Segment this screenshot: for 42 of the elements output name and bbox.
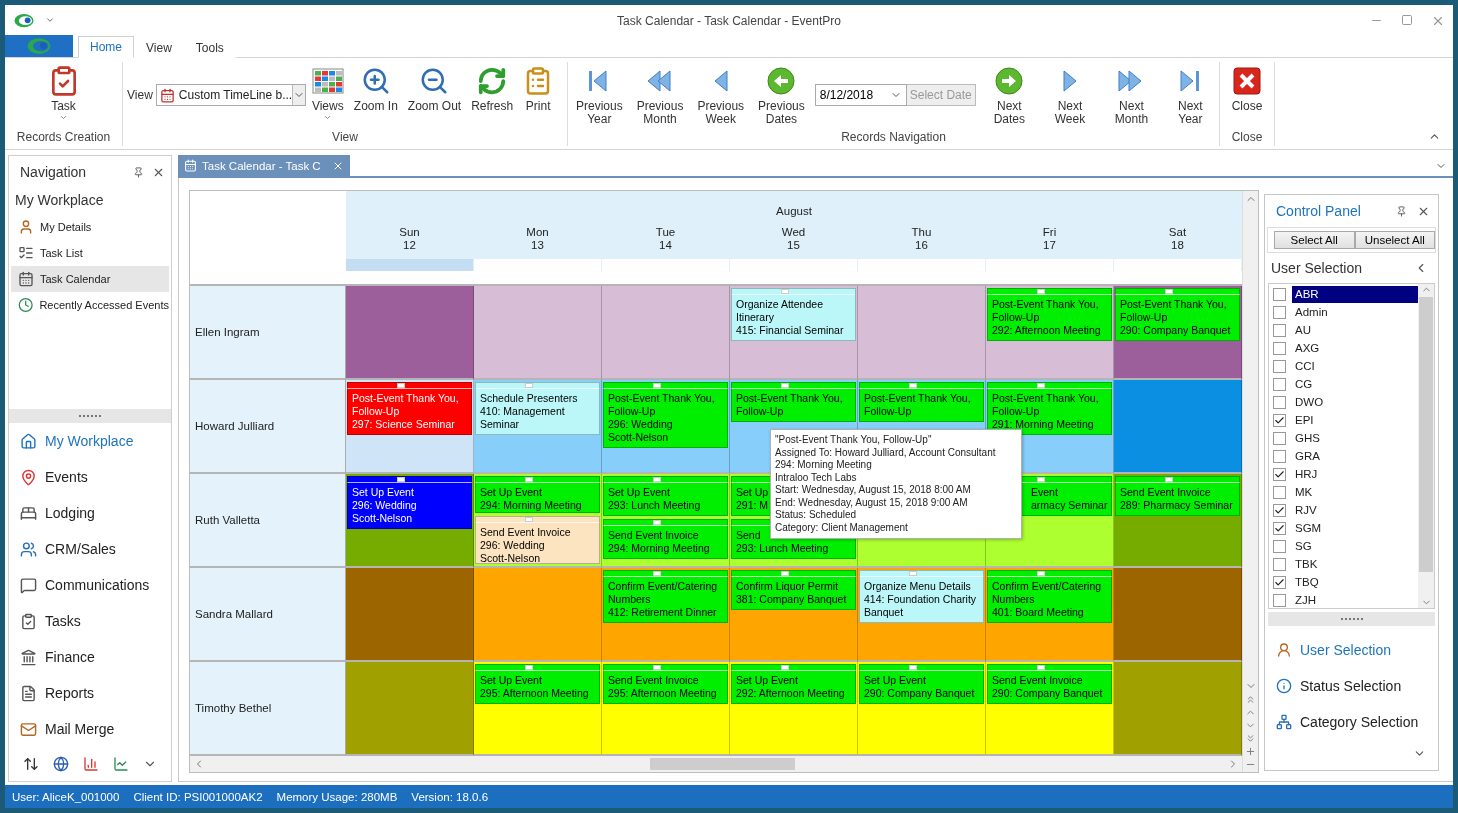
day-name: Sun — [399, 225, 420, 238]
dropdown-value: Custom TimeLine b... — [178, 88, 293, 102]
day-name: Wed — [781, 225, 806, 238]
tooltip-line: 294: Morning Meeting — [775, 459, 873, 472]
tooltip-line: Intraloo Tech Labs — [775, 471, 858, 484]
resource-name: Ellen Ingram — [190, 286, 346, 380]
month-label: August — [775, 205, 813, 217]
resource-name: Howard Julliard — [190, 380, 346, 474]
resource-name: Sandra Mallard — [190, 568, 346, 662]
panel-title: Navigation — [20, 164, 88, 180]
tooltip-line: End: Wednesday, August 15, 2018 9:00 AM — [775, 496, 969, 509]
day-name: Tue — [655, 225, 676, 238]
resource-name: Ruth Valletta — [190, 474, 346, 568]
day-number: 12 — [403, 238, 416, 251]
status-text: Client ID: PSI001000AK2 — [133, 790, 263, 803]
status-text: User: AliceK_001000 — [12, 790, 120, 803]
status-text: Memory Usage: 280MB — [276, 790, 398, 803]
panel-title: Control Panel — [1276, 203, 1362, 219]
group-label: Records Creation — [15, 130, 112, 146]
group-label: Records Navigation — [840, 130, 947, 146]
tooltip-line: Status: Scheduled — [775, 509, 858, 522]
day-number: 15 — [787, 238, 800, 251]
day-number: 13 — [531, 238, 544, 251]
section-title: My Workplace — [14, 191, 105, 210]
day-name: Thu — [911, 225, 932, 238]
field-label: View — [127, 88, 153, 102]
resource-name: Timothy Bethel — [190, 662, 346, 756]
status-text: Version: 18.0.6 — [411, 790, 489, 803]
group-label: View — [331, 130, 359, 146]
day-name: Fri — [1042, 225, 1057, 238]
tooltip-line: Assigned To: Howard Julliard, Account Consultant — [775, 446, 997, 459]
day-name: Mon — [526, 225, 549, 238]
tooltip-line: "Post-Event Thank You, Follow-Up" — [775, 434, 933, 447]
day-number: 17 — [1043, 238, 1056, 251]
group-label: Close — [1230, 130, 1264, 146]
day-number: 14 — [659, 238, 672, 251]
day-number: 16 — [915, 238, 928, 251]
section-title: User Selection — [1271, 260, 1363, 276]
window-title: Task Calendar - Task Calendar - EventPro — [617, 13, 841, 28]
tooltip-line: Start: Wednesday, August 15, 2018 8:00 AM — [775, 484, 972, 497]
day-name: Sat — [1168, 225, 1187, 238]
day-number: 18 — [1171, 238, 1184, 251]
